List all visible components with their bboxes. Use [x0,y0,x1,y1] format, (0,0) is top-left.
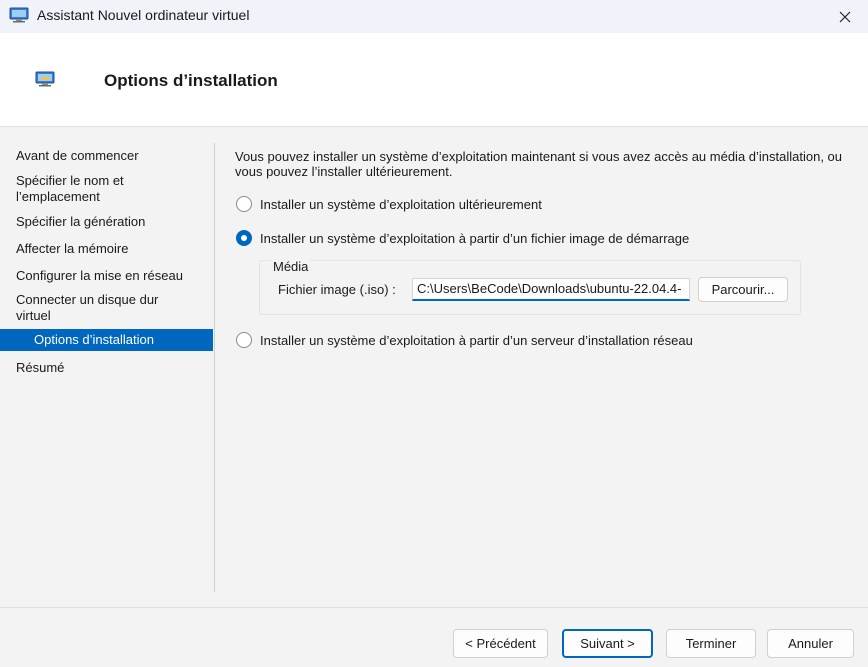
title-bar: Assistant Nouvel ordinateur virtuel [0,0,868,33]
option-install-later[interactable]: Installer un système d’exploitation ulté… [236,196,542,212]
next-button[interactable]: Suivant > [562,629,653,658]
option-label: Installer un système d’exploitation ulté… [260,196,542,212]
previous-button[interactable]: < Précédent [453,629,548,658]
content-area: Vous pouvez installer un système d’explo… [235,149,855,179]
nav-step-virtual-disk[interactable]: Connecter un disque dur virtuel [0,292,170,324]
option-install-from-image[interactable]: Installer un système d’exploitation à pa… [236,230,689,246]
nav-step-summary[interactable]: Résumé [0,360,213,376]
monitor-icon [9,7,29,23]
intro-text: Vous pouvez installer un système d’explo… [235,149,843,179]
close-button[interactable] [822,0,868,33]
close-icon [839,11,851,22]
radio-install-from-image[interactable] [236,230,252,246]
page-title: Options d’installation [104,71,278,90]
option-install-from-network[interactable]: Installer un système d’exploitation à pa… [236,332,693,348]
wizard-header: Options d’installation [0,33,868,127]
wizard-footer: < Précédent Suivant > Terminer Annuler [0,607,868,667]
nav-step-memory[interactable]: Affecter la mémoire [0,241,213,257]
option-label: Installer un système d’exploitation à pa… [260,332,693,348]
window-title: Assistant Nouvel ordinateur virtuel [37,7,250,23]
monitor-icon [35,71,55,87]
browse-button[interactable]: Parcourir... [698,277,788,302]
wizard-steps-nav: Avant de commencer Spécifier le nom et l… [0,145,213,376]
nav-step-generation[interactable]: Spécifier la génération [0,214,213,230]
nav-divider [214,143,215,592]
nav-step-networking[interactable]: Configurer la mise en réseau [0,268,213,284]
nav-step-installation-options[interactable]: Options d’installation [0,329,213,351]
media-group: Média Fichier image (.iso) : C:\Users\Be… [259,259,801,315]
nav-step-name-location[interactable]: Spécifier le nom et l’emplacement [0,173,150,205]
radio-install-from-network[interactable] [236,332,252,348]
option-label: Installer un système d’exploitation à pa… [260,230,690,246]
finish-button[interactable]: Terminer [666,629,756,658]
media-group-title: Média [271,259,311,274]
image-file-label: Fichier image (.iso) : [278,282,396,297]
cancel-button[interactable]: Annuler [767,629,854,658]
image-path-input[interactable]: C:\Users\BeCode\Downloads\ubuntu-22.04.4… [412,278,690,301]
nav-step-before-you-begin[interactable]: Avant de commencer [0,148,213,164]
radio-install-later[interactable] [236,196,252,212]
